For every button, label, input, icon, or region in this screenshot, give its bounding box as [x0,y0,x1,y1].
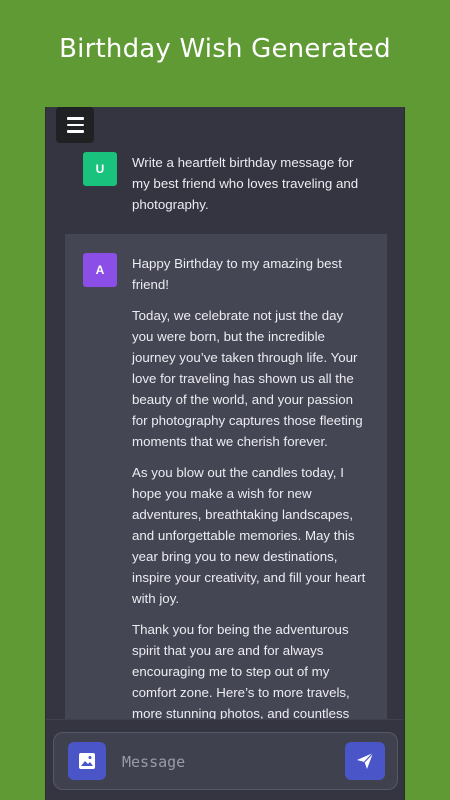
message-input-row [53,732,398,790]
user-avatar: U [83,152,117,186]
assistant-paragraph: Thank you for being the adventurous spir… [132,622,350,721]
page-title: Birthday Wish Generated [59,34,391,64]
send-icon [357,752,374,769]
chat-screen: U Write a heartfelt birthday message for… [45,107,405,800]
assistant-avatar: A [83,253,117,287]
assistant-message: A Happy Birthday to my amazing best frie… [65,234,387,726]
image-icon [79,753,95,769]
assistant-paragraph: As you blow out the candles today, I hop… [132,465,366,606]
hamburger-icon [66,117,84,120]
assistant-paragraph: Happy Birthday to my amazing best friend… [132,256,342,292]
user-message-text: Write a heartfelt birthday message for m… [132,155,359,212]
menu-button[interactable] [56,107,94,143]
user-message: U Write a heartfelt birthday message for… [46,151,404,227]
send-button[interactable] [345,742,385,780]
attach-image-button[interactable] [68,742,106,780]
message-input[interactable] [122,745,332,779]
assistant-paragraph: Today, we celebrate not just the day you… [132,308,363,449]
composer [46,719,404,800]
assistant-message-text: Happy Birthday to my amazing best friend… [132,253,368,726]
